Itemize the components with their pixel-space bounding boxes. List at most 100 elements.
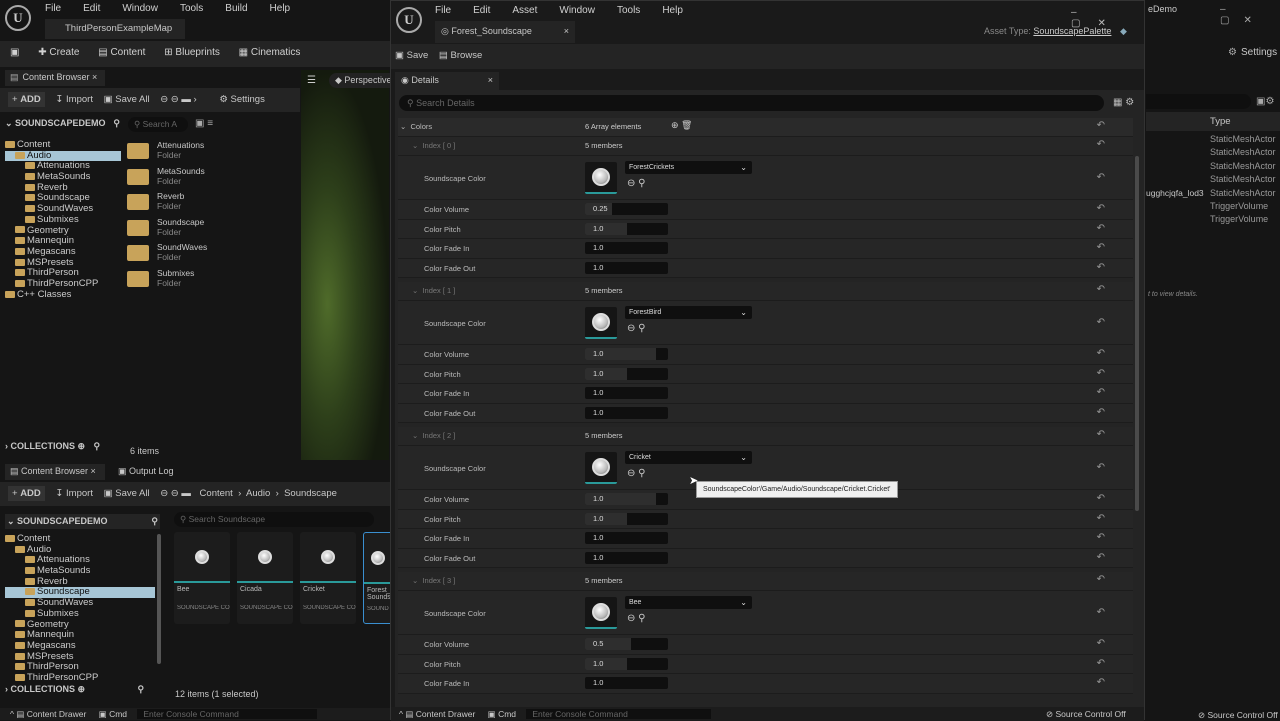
add-button[interactable]: + ADD bbox=[8, 92, 45, 107]
tree-item[interactable]: C++ Classes bbox=[5, 289, 121, 301]
breadcrumb-soundscape[interactable]: Soundscape bbox=[284, 488, 337, 499]
breadcrumb-audio[interactable]: Audio bbox=[246, 488, 270, 499]
cmd-button[interactable]: ▣ Cmd bbox=[99, 709, 127, 719]
folder-item[interactable]: Submixes Folder bbox=[127, 268, 297, 294]
reset-icon[interactable]: ↶ bbox=[1097, 317, 1105, 328]
menu-window[interactable]: Window bbox=[122, 3, 158, 14]
reset-icon[interactable]: ↶ bbox=[1097, 429, 1105, 440]
console-input[interactable]: Enter Console Command bbox=[137, 709, 318, 719]
menu-tools[interactable]: Tools bbox=[617, 5, 640, 16]
menu-file[interactable]: File bbox=[435, 5, 451, 16]
reset-icon[interactable]: ↶ bbox=[1097, 203, 1105, 214]
cmd-button[interactable]: ▣ Cmd bbox=[488, 709, 516, 719]
reset-icon[interactable]: ↶ bbox=[1097, 348, 1105, 359]
reset-icon[interactable]: ↶ bbox=[1097, 574, 1105, 585]
browse-find-icons[interactable]: ⊖ ⚲ bbox=[627, 178, 645, 189]
folder-item[interactable]: SoundWaves Folder bbox=[127, 242, 297, 268]
menu-file[interactable]: File bbox=[45, 3, 61, 14]
index-label[interactable]: ⌄ Index [ 2 ] bbox=[412, 431, 455, 440]
outliner-search[interactable] bbox=[1146, 94, 1251, 109]
numeric-spinbox[interactable]: 1.0 bbox=[585, 348, 668, 360]
reset-icon[interactable]: ↶ bbox=[1097, 262, 1105, 273]
numeric-spinbox[interactable]: 0.25 bbox=[585, 203, 668, 215]
source-control-right[interactable]: ⊘ Source Control Off bbox=[1198, 710, 1278, 721]
numeric-spinbox[interactable]: 1.0 bbox=[585, 367, 668, 380]
asset-picker-combo[interactable]: Cricket ⌄ bbox=[625, 451, 752, 464]
details-options-icons[interactable]: ▦ ⚙ bbox=[1113, 97, 1134, 108]
add-button-2[interactable]: + ADD bbox=[8, 486, 45, 501]
filter-icon[interactable]: ▣ ≡ bbox=[195, 118, 213, 129]
reset-icon[interactable]: ↶ bbox=[1097, 368, 1105, 379]
breadcrumb-content[interactable]: Content bbox=[200, 488, 233, 499]
colors-label[interactable]: ⌄ Colors bbox=[400, 122, 432, 131]
asset-search-input[interactable]: ⚲ Search A bbox=[128, 117, 188, 132]
asset-picker-combo[interactable]: Bee ⌄ bbox=[625, 596, 752, 609]
menu-edit[interactable]: Edit bbox=[473, 5, 490, 16]
browse-find-icons[interactable]: ⊖ ⚲ bbox=[627, 323, 645, 334]
reset-icon[interactable]: ↶ bbox=[1097, 493, 1105, 504]
menu-tools[interactable]: Tools bbox=[180, 3, 203, 14]
output-log-tab[interactable]: ▣ Output Log bbox=[118, 466, 174, 477]
index-label[interactable]: ⌄ Index [ 0 ] bbox=[412, 141, 455, 150]
reset-icon[interactable]: ↶ bbox=[1097, 172, 1105, 183]
reset-icon[interactable]: ↶ bbox=[1097, 638, 1105, 649]
menu-window[interactable]: Window bbox=[559, 5, 595, 16]
asset-search-input-2[interactable]: ⚲ Search Soundscape bbox=[174, 512, 374, 527]
import-button-2[interactable]: ↧ Import bbox=[55, 488, 93, 499]
numeric-spinbox[interactable]: 1.0 bbox=[585, 532, 668, 544]
numeric-spinbox[interactable]: 1.0 bbox=[585, 406, 668, 419]
asset-thumbnail[interactable] bbox=[585, 162, 617, 194]
numeric-spinbox[interactable]: 1.0 bbox=[585, 493, 668, 505]
reset-icon[interactable]: ↶ bbox=[1097, 513, 1105, 524]
content-button[interactable]: ▤ Content bbox=[98, 47, 145, 58]
reset-icon[interactable]: ↶ bbox=[1097, 407, 1105, 418]
source-control-button[interactable]: ⊘ Source Control Off bbox=[1046, 709, 1126, 720]
numeric-spinbox[interactable]: 0.5 bbox=[585, 638, 668, 650]
content-browser-tab[interactable]: ▤ Content Browser × bbox=[5, 70, 105, 86]
content-drawer-button[interactable]: ^ ▤ Content Drawer bbox=[399, 709, 475, 719]
menu-build[interactable]: Build bbox=[225, 3, 247, 14]
asset-tab[interactable]: ◎ Forest_Soundscape × bbox=[435, 21, 575, 43]
search-icon[interactable]: ⚲ bbox=[151, 516, 158, 527]
level-viewport[interactable]: ☰ ◆ Perspective bbox=[301, 70, 398, 460]
details-scrollbar[interactable] bbox=[1135, 156, 1139, 511]
numeric-spinbox[interactable]: 1.0 bbox=[585, 657, 668, 670]
folder-item[interactable]: Soundscape Folder bbox=[127, 217, 297, 243]
folder-item[interactable]: Reverb Folder bbox=[127, 191, 297, 217]
asset-tile[interactable]: Bee SOUNDSCAPE CO bbox=[174, 532, 230, 624]
browse-find-icons[interactable]: ⊖ ⚲ bbox=[627, 613, 645, 624]
nav-history-icons-2[interactable]: ⊖ ⊖ ▬ bbox=[160, 488, 191, 499]
asset-thumbnail[interactable] bbox=[585, 597, 617, 629]
numeric-spinbox[interactable]: 1.0 bbox=[585, 261, 668, 274]
perspective-button[interactable]: ◆ Perspective bbox=[329, 73, 398, 88]
project-header-2[interactable]: ⌄ SOUNDSCAPEDEMO ⚲ bbox=[5, 514, 160, 529]
menu-help[interactable]: Help bbox=[662, 5, 683, 16]
folder-item[interactable]: MetaSounds Folder bbox=[127, 166, 297, 192]
reset-icon[interactable]: ↶ bbox=[1097, 462, 1105, 473]
reset-icon[interactable]: ↶ bbox=[1097, 284, 1105, 295]
tree-item[interactable]: SoundWaves bbox=[5, 597, 155, 609]
create-button[interactable]: ✚ Create bbox=[38, 47, 79, 58]
browse-find-icons[interactable]: ⊖ ⚲ bbox=[627, 468, 645, 479]
reset-icon[interactable]: ↶ bbox=[1097, 552, 1105, 563]
numeric-spinbox[interactable]: 1.0 bbox=[585, 512, 668, 525]
import-button[interactable]: ↧ Import bbox=[55, 94, 93, 105]
reset-icon[interactable]: ↶ bbox=[1097, 139, 1105, 150]
reset-icon[interactable]: ↶ bbox=[1097, 658, 1105, 669]
search-icon[interactable]: ⚲ bbox=[113, 118, 120, 129]
main-settings-button[interactable]: ⚙ Settings bbox=[1228, 47, 1277, 58]
menu-edit[interactable]: Edit bbox=[83, 3, 100, 14]
asset-tile[interactable]: Forest_ Sounds SOUND bbox=[363, 532, 393, 624]
save-all-button-2[interactable]: ▣ Save All bbox=[104, 488, 150, 499]
numeric-spinbox[interactable]: 1.0 bbox=[585, 222, 668, 235]
reset-icon[interactable]: ↶ bbox=[1097, 532, 1105, 543]
asset-thumbnail[interactable] bbox=[585, 452, 617, 484]
asset-tile[interactable]: Cicada SOUNDSCAPE CO bbox=[237, 532, 293, 624]
viewport-menu-icon[interactable]: ☰ bbox=[307, 75, 316, 86]
menu-asset[interactable]: Asset bbox=[512, 5, 537, 16]
reset-icon[interactable]: ↶ bbox=[1097, 120, 1105, 131]
project-header[interactable]: ⌄ SOUNDSCAPEDEMO ⚲ bbox=[5, 118, 120, 129]
tree-item[interactable]: Content bbox=[5, 139, 121, 151]
numeric-spinbox[interactable]: 1.0 bbox=[585, 387, 668, 399]
content-browser-2-tab[interactable]: ▤ Content Browser × bbox=[5, 464, 105, 480]
